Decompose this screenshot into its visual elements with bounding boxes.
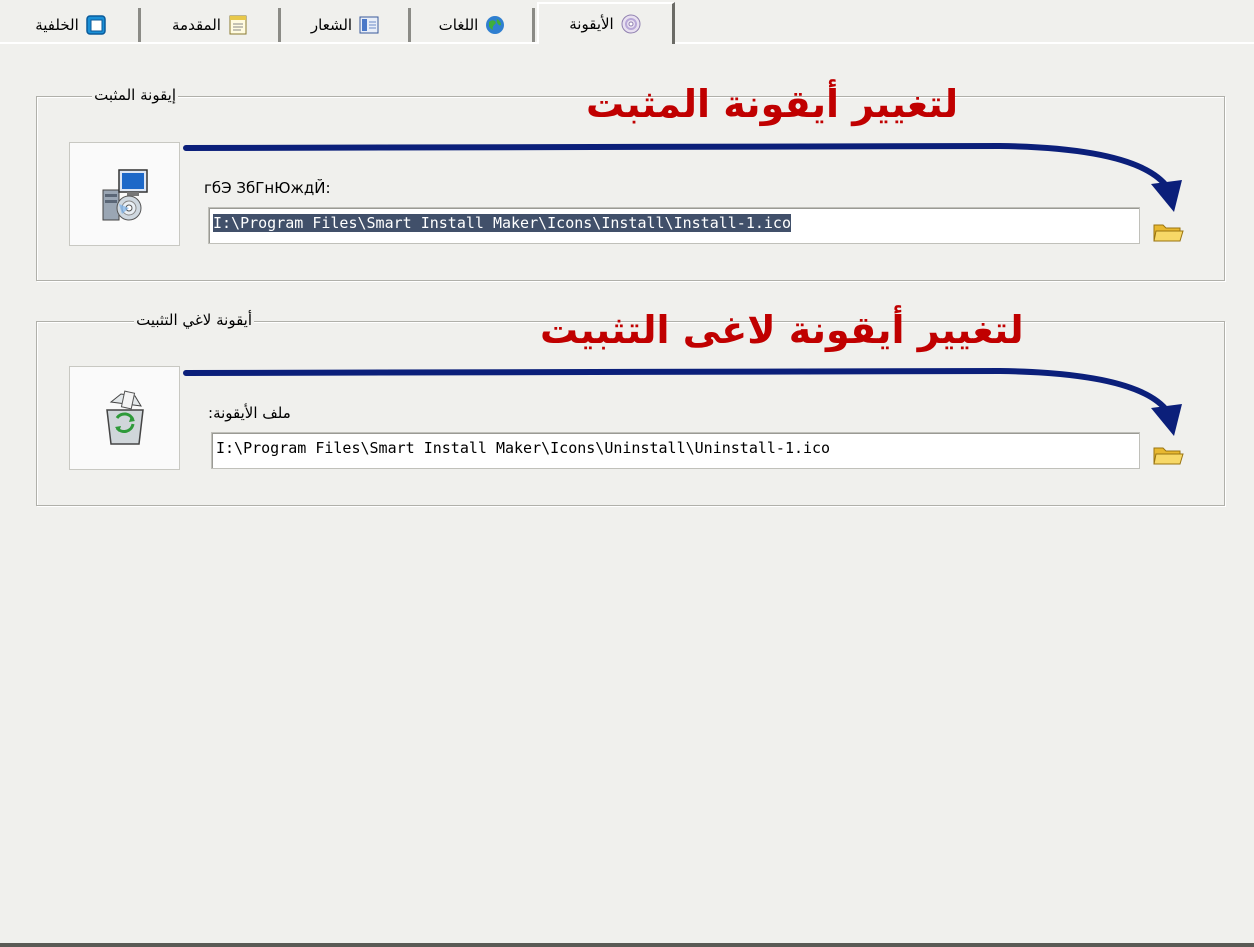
installer-icon-path-value: I:\Program Files\Smart Install Maker\Ico…: [213, 214, 791, 232]
cd-icon: [621, 14, 641, 34]
tab-label: المقدمة: [172, 16, 221, 34]
folder-icon: [1153, 224, 1184, 242]
uninstaller-icon-path-value: I:\Program Files\Smart Install Maker\Ico…: [216, 439, 831, 457]
recycle-bin-icon: [105, 390, 144, 445]
globe-icon: [486, 16, 505, 34]
installer-icon: [102, 169, 148, 221]
uninstaller-annotation: لتغيير أيقونة لاغى التثبيت: [540, 308, 1024, 352]
folder-icon: [1153, 447, 1184, 465]
tab-icon[interactable]: الأيقونة: [537, 2, 675, 44]
tab-label: الأيقونة: [569, 15, 614, 33]
installer-icon-preview[interactable]: [69, 142, 180, 246]
tab-label: الشعار: [310, 16, 353, 34]
tab-logo[interactable]: الشعار: [283, 8, 411, 42]
uninstaller-icon-preview[interactable]: [69, 366, 180, 470]
tab-label: الخلفية: [35, 16, 79, 34]
tab-label: اللغات: [438, 16, 479, 34]
uninstaller-icon-path-field[interactable]: I:\Program Files\Smart Install Maker\Ico…: [211, 432, 1140, 469]
installer-field-label: гбЭ ЗбГнЮждЙ:: [204, 179, 331, 197]
installer-annotation: لتغيير أيقونة المثبت: [586, 82, 959, 126]
notepad-icon: [229, 15, 247, 35]
uninstaller-field-label: :ملف الأيقونة: [208, 404, 291, 422]
window-icon: [86, 15, 106, 35]
tab-languages[interactable]: اللغات: [413, 8, 535, 42]
tab-intro[interactable]: المقدمة: [143, 8, 281, 42]
group-legend: إيقونة المثبت: [92, 86, 178, 104]
uninstaller-browse-button[interactable]: [1151, 442, 1185, 468]
tab-background[interactable]: الخلفية: [4, 8, 141, 42]
installer-icon-path-field[interactable]: I:\Program Files\Smart Install Maker\Ico…: [208, 207, 1140, 244]
logo-panel-icon: [359, 16, 379, 34]
tab-strip: الخلفية المقدمة الشعار اللغات الأيقونة: [0, 0, 1254, 44]
installer-browse-button[interactable]: [1151, 219, 1185, 245]
group-legend: أيقونة لاغي التثبيت: [134, 311, 254, 329]
